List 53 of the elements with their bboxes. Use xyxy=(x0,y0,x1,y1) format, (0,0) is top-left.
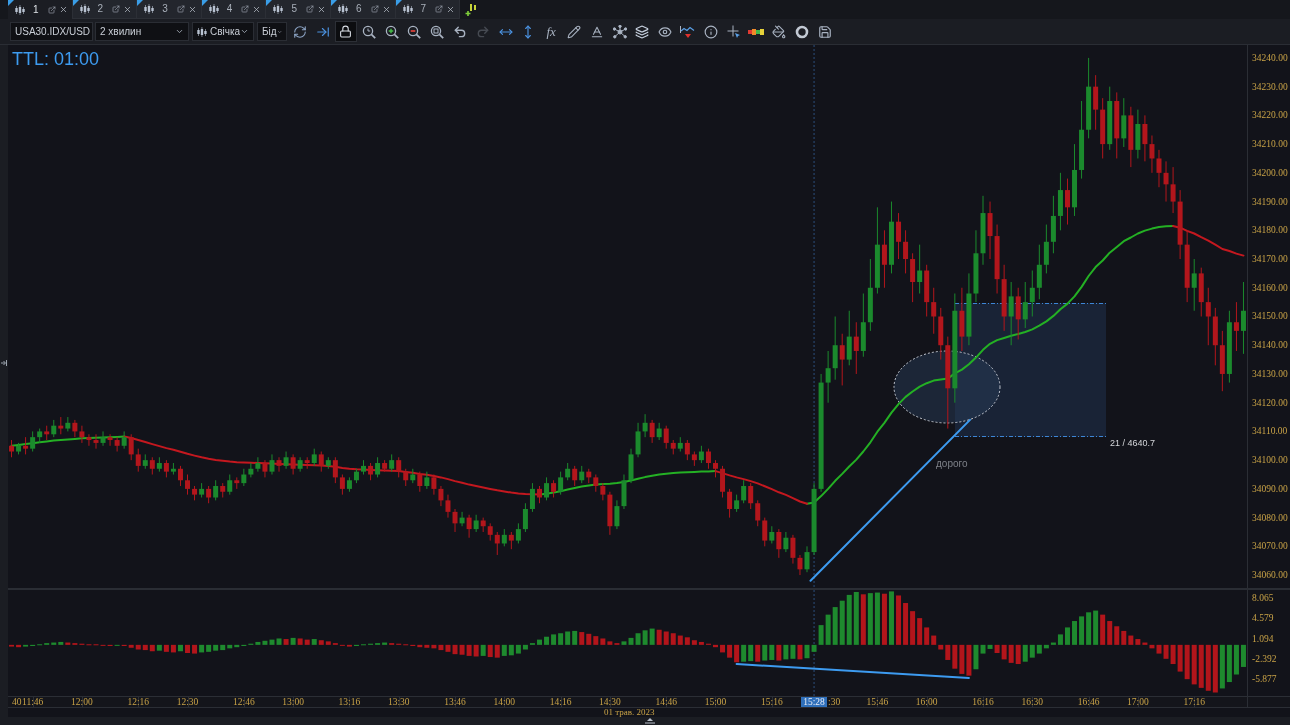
price-axis-label: 34060.00 xyxy=(1252,569,1288,582)
price-axis-label: 34220.00 xyxy=(1252,109,1288,122)
oscillator-axis-label: 8.065 xyxy=(1252,592,1274,604)
time-axis-label: 16:30 xyxy=(1021,697,1044,707)
time-axis-label: 16:00 xyxy=(915,697,938,707)
price-axis-label: 34070.00 xyxy=(1252,540,1288,553)
oscillator-axis-label: 4.579 xyxy=(1252,612,1274,625)
price-axis-label: 34090.00 xyxy=(1252,482,1288,495)
price-axis-label: 34180.00 xyxy=(1252,224,1288,237)
crosshair-time-label: 15:28 xyxy=(801,697,828,707)
price-axis-label: 34200.00 xyxy=(1252,166,1288,179)
price-axis-label: 34190.00 xyxy=(1252,195,1288,208)
price-axis-label: 34140.00 xyxy=(1252,339,1288,352)
price-axis-label: 34240.00 xyxy=(1252,51,1288,64)
measurement-label: 21 / 4640.7 xyxy=(1110,438,1156,449)
price-axis-label: 34210.00 xyxy=(1252,138,1288,151)
time-axis-label: 12:30 xyxy=(176,697,199,707)
time-axis-label: 15:00 xyxy=(704,697,727,707)
time-axis-label: 16:46 xyxy=(1077,697,1100,707)
oscillator-axis-label: -2.392 xyxy=(1252,652,1277,665)
oscillator-axis-label: 1.094 xyxy=(1252,632,1274,645)
date-label: 01 трав. 2023 xyxy=(604,708,655,717)
price-axis-label: 34160.00 xyxy=(1252,281,1288,294)
time-axis-label: 11:46 xyxy=(22,697,44,707)
price-axis-label: 34170.00 xyxy=(1252,253,1288,266)
time-axis-label: 15:16 xyxy=(761,697,783,707)
time-axis-label: :30 xyxy=(828,697,841,707)
time-axis-label: 14:30 xyxy=(599,697,621,707)
time-axis-label: 13:46 xyxy=(444,697,466,707)
price-axis-label: 34130.00 xyxy=(1252,367,1288,380)
ttl-label: TTL: 01:00 xyxy=(12,48,100,70)
time-axis-label: 12:46 xyxy=(233,697,255,707)
time-axis-label: 40 xyxy=(12,697,22,707)
time-axis-label: 13:16 xyxy=(338,697,361,707)
time-axis-label: 13:00 xyxy=(282,697,304,707)
price-axis-label: 34080.00 xyxy=(1252,511,1288,524)
oscillator-axis-label: -5.877 xyxy=(1252,673,1277,685)
time-axis-label: 15:46 xyxy=(866,697,889,707)
time-axis-label: 12:00 xyxy=(71,697,93,707)
price-axis-label: 34120.00 xyxy=(1252,396,1288,409)
time-axis-label: 14:16 xyxy=(549,697,572,707)
time-axis-label: 16:16 xyxy=(972,697,994,707)
price-axis-label: 34100.00 xyxy=(1252,454,1288,467)
time-axis-label: 17:16 xyxy=(1183,697,1205,707)
time-axis-label: 14:46 xyxy=(655,697,678,707)
time-axis-label: 13:30 xyxy=(387,697,410,707)
time-axis-label: 14:00 xyxy=(493,697,516,707)
time-axis-label: 17:00 xyxy=(1127,697,1149,707)
price-axis-label: 34110.00 xyxy=(1252,425,1288,438)
price-axis-label: 34230.00 xyxy=(1252,80,1288,93)
price-axis-label: 34150.00 xyxy=(1252,310,1288,323)
note-text: дорого xyxy=(936,458,968,470)
time-axis-label: 12:16 xyxy=(127,697,150,707)
